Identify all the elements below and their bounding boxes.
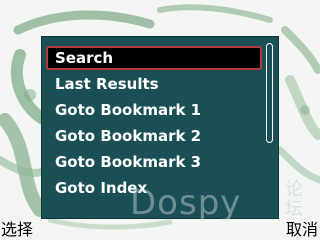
- menu-item[interactable]: Last Results: [46, 72, 262, 96]
- softkey-bar: 选择 取消: [0, 219, 320, 240]
- phone-screen: Search Last Results Goto Bookmark 1 Goto Bo…: [0, 0, 320, 240]
- left-softkey-select[interactable]: 选择: [1, 219, 33, 240]
- options-menu-list: Search Last Results Goto Bookmark 1 Goto Bo…: [46, 46, 262, 202]
- right-softkey-cancel[interactable]: 取消: [286, 219, 318, 240]
- watermark-text: Dospy: [130, 183, 242, 223]
- menu-item[interactable]: Goto Bookmark 3: [46, 150, 262, 174]
- menu-scrollbar-thumb[interactable]: [266, 43, 273, 143]
- watermark-cjk-text: 论坛: [285, 179, 303, 220]
- menu-item[interactable]: Search: [46, 46, 262, 70]
- menu-scrollbar[interactable]: [266, 43, 273, 213]
- menu-item[interactable]: Goto Bookmark 1: [46, 98, 262, 122]
- menu-item[interactable]: Goto Bookmark 2: [46, 124, 262, 148]
